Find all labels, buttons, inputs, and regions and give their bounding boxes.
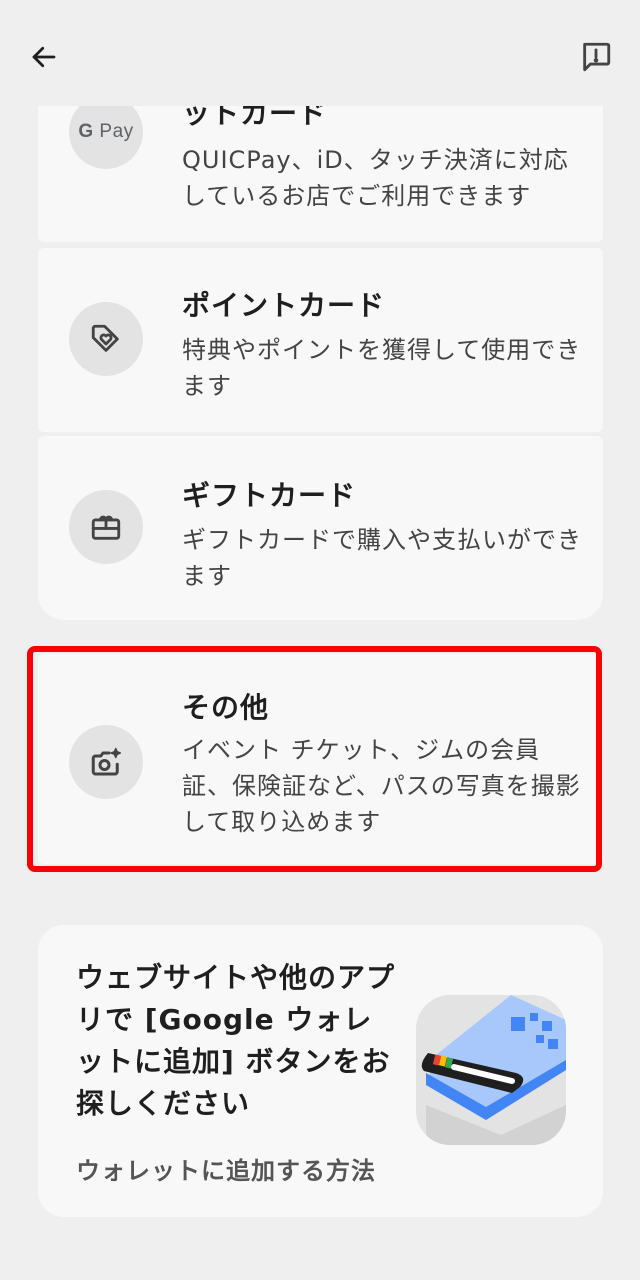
feedback-icon[interactable] — [568, 29, 624, 85]
card-type-group: G Pay ットカード QUICPay、iD、タッチ決済に対応しているお店でご利… — [38, 62, 603, 620]
tag-heart-icon — [69, 302, 143, 376]
point-card-description: 特典やポイントを獲得して使用できます — [182, 336, 582, 400]
gift-card-icon — [69, 490, 143, 564]
camera-sparkle-icon — [69, 725, 143, 799]
gpay-logo: G Pay — [69, 95, 143, 169]
how-to-add-link[interactable]: ウォレットに追加する方法 — [76, 1151, 376, 1186]
promo-title: ウェブサイトや他のアプリで [Google ウォレットに追加] ボタンをお探しく… — [76, 961, 396, 1120]
content-scroll[interactable]: G Pay ットカード QUICPay、iD、タッチ決済に対応しているお店でご利… — [0, 0, 640, 1280]
top-app-bar — [0, 0, 640, 106]
payment-card-description: QUICPay、iD、タッチ決済に対応しているお店でご利用できます — [182, 146, 569, 210]
arrow-left-icon[interactable] — [16, 29, 72, 85]
other-pass-title: その他 — [182, 691, 270, 724]
gift-card-description: ギフトカードで購入や支払いができます — [182, 526, 582, 590]
gift-card-title: ギフトカード — [182, 479, 357, 512]
list-item-gift-card[interactable]: ギフトカード ギフトカードで購入や支払いができます — [38, 436, 603, 620]
point-card-title: ポイントカード — [182, 289, 386, 322]
wallet-pass-illustration — [416, 995, 566, 1145]
add-to-wallet-promo-card: ウェブサイトや他のアプリで [Google ウォレットに追加] ボタンをお探しく… — [38, 925, 603, 1217]
list-item-other-pass[interactable]: その他 イベント チケット、ジムの会員証、保険証など、パスの写真を撮影して取り込… — [38, 654, 603, 864]
other-pass-description: イベント チケット、ジムの会員証、保険証など、パスの写真を撮影して取り込めます — [182, 736, 581, 836]
list-item-point-card[interactable]: ポイントカード 特典やポイントを獲得して使用できます — [38, 248, 603, 432]
